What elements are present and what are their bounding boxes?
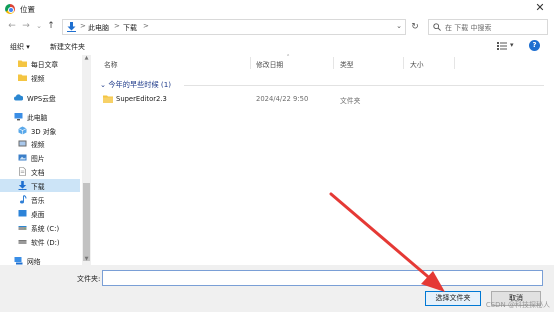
sidebar-item-this-pc[interactable]: 此电脑 bbox=[0, 110, 80, 123]
folder-name-label: 文件夹: bbox=[77, 275, 101, 283]
breadcrumb-separator: > bbox=[80, 22, 86, 30]
sidebar-item-videos-folder[interactable]: 视频 bbox=[0, 71, 80, 84]
download-folder-icon bbox=[67, 22, 76, 32]
sidebar-item-drive-c[interactable]: 系统 (C:) bbox=[0, 221, 80, 234]
picture-icon bbox=[18, 154, 27, 161]
sidebar-item-drive-d[interactable]: 软件 (D:) bbox=[0, 235, 80, 248]
view-options-icon[interactable] bbox=[497, 42, 507, 50]
sidebar-item-label: 视频 bbox=[31, 75, 45, 83]
sidebar-item-label: 视频 bbox=[31, 141, 45, 149]
sidebar-item-label: 网络 bbox=[27, 258, 41, 265]
computer-icon bbox=[14, 113, 23, 121]
refresh-icon[interactable]: ↻ bbox=[409, 21, 421, 33]
file-type: 文件夹 bbox=[340, 97, 361, 105]
sidebar-item-downloads[interactable]: 下载 bbox=[0, 179, 80, 192]
breadcrumb-downloads[interactable]: 下载 bbox=[123, 23, 137, 33]
desktop-icon bbox=[18, 210, 27, 217]
sidebar-item-daily-articles[interactable]: 每日文章 bbox=[0, 57, 80, 70]
sidebar-item-documents[interactable]: 文档 bbox=[0, 165, 80, 178]
sidebar-item-label: 3D 对象 bbox=[31, 128, 57, 136]
group-divider bbox=[184, 85, 544, 86]
column-divider[interactable] bbox=[333, 57, 334, 69]
folder-icon bbox=[18, 74, 27, 81]
command-bar: 组织 ▾ 新建文件夹 ▾ ? bbox=[0, 37, 554, 55]
drive-icon bbox=[18, 240, 27, 244]
music-icon bbox=[20, 195, 27, 204]
help-icon[interactable]: ? bbox=[529, 40, 540, 51]
sidebar-item-desktop[interactable]: 桌面 bbox=[0, 207, 80, 220]
video-icon bbox=[18, 140, 27, 147]
group-label: 今年的早些时候 (1) bbox=[108, 80, 172, 89]
scroll-down-icon[interactable]: ▼ bbox=[82, 256, 91, 265]
select-folder-button[interactable]: 选择文件夹 bbox=[425, 291, 481, 306]
column-header-size[interactable]: 大小 bbox=[410, 59, 424, 69]
chrome-icon bbox=[5, 4, 15, 14]
drive-icon bbox=[18, 226, 27, 230]
search-icon bbox=[433, 23, 441, 31]
folder-name-input[interactable] bbox=[102, 270, 543, 286]
title-bar: 位置 ✕ bbox=[0, 0, 554, 17]
sidebar-item-label: 音乐 bbox=[31, 197, 45, 205]
document-icon bbox=[19, 167, 26, 176]
breadcrumb-this-pc[interactable]: 此电脑 bbox=[88, 23, 109, 33]
cloud-icon bbox=[14, 94, 23, 101]
column-divider[interactable] bbox=[250, 57, 251, 69]
group-header[interactable]: ⌄ 今年的早些时候 (1) bbox=[100, 80, 171, 90]
sidebar-item-label: 桌面 bbox=[31, 211, 45, 219]
navigation-pane: 每日文章 视频 WPS云盘 此电脑 3D 对象 视频 图片 文档 下载 音乐 桌… bbox=[0, 55, 84, 265]
folder-icon bbox=[18, 60, 27, 67]
sidebar-item-label: 每日文章 bbox=[31, 61, 59, 69]
sidebar-item-videos[interactable]: 视频 bbox=[0, 137, 80, 150]
up-arrow-icon[interactable]: ↑ bbox=[45, 20, 57, 33]
cube-icon bbox=[18, 126, 27, 135]
search-placeholder: 在 下载 中搜索 bbox=[445, 24, 492, 32]
window-title: 位置 bbox=[20, 5, 35, 14]
sidebar-item-label: 图片 bbox=[31, 155, 45, 163]
sidebar-item-pictures[interactable]: 图片 bbox=[0, 151, 80, 164]
back-arrow-icon[interactable]: ← bbox=[6, 20, 18, 33]
file-modified: 2024/4/22 9:50 bbox=[256, 95, 309, 103]
sidebar-item-label: 文档 bbox=[31, 169, 45, 177]
sidebar-item-network[interactable]: 网络 bbox=[0, 254, 80, 265]
column-header-modified[interactable]: 修改日期 bbox=[256, 59, 283, 69]
watermark: CSDN @科技探秘人 bbox=[485, 301, 550, 309]
view-dropdown-icon[interactable]: ▾ bbox=[510, 41, 514, 49]
file-name: SuperEditor2.3 bbox=[116, 95, 167, 103]
path-history-chevron-icon[interactable]: ⌄ bbox=[396, 22, 402, 30]
scrollbar-thumb[interactable] bbox=[83, 183, 90, 261]
sort-chevron-icon: ⌃ bbox=[286, 54, 291, 60]
organize-button[interactable]: 组织 ▾ bbox=[10, 42, 30, 52]
forward-arrow-icon[interactable]: → bbox=[20, 20, 32, 33]
sidebar-item-label: WPS云盘 bbox=[27, 95, 56, 103]
sidebar-item-label: 软件 (D:) bbox=[31, 239, 60, 247]
column-divider[interactable] bbox=[454, 57, 455, 69]
new-folder-button[interactable]: 新建文件夹 bbox=[50, 42, 85, 52]
breadcrumb-separator: > bbox=[143, 22, 149, 30]
sidebar-item-label: 系统 (C:) bbox=[31, 225, 60, 233]
column-header-name[interactable]: 名称 bbox=[104, 59, 118, 69]
sidebar-scrollbar[interactable]: ▲ ▼ bbox=[82, 55, 91, 265]
download-icon bbox=[18, 181, 27, 190]
recent-locations-chevron-icon[interactable]: ⌄ bbox=[33, 20, 45, 33]
folder-icon bbox=[103, 95, 113, 103]
search-input[interactable]: 在 下载 中搜索 bbox=[428, 19, 548, 35]
column-divider[interactable] bbox=[403, 57, 404, 69]
sidebar-item-music[interactable]: 音乐 bbox=[0, 193, 80, 206]
file-list: 名称 ⌃ 修改日期 类型 大小 ⌄ 今年的早些时候 (1) SuperEdito… bbox=[92, 54, 554, 265]
address-row: ← → ⌄ ↑ > 此电脑 > 下载 > ⌄ ↻ 在 下载 中搜索 bbox=[0, 17, 554, 37]
close-icon[interactable]: ✕ bbox=[534, 2, 546, 14]
address-bar[interactable]: > 此电脑 > 下载 > ⌄ bbox=[62, 19, 406, 35]
breadcrumb-separator: > bbox=[114, 22, 120, 30]
sidebar-item-label: 下载 bbox=[31, 183, 45, 191]
scroll-up-icon[interactable]: ▲ bbox=[82, 55, 91, 64]
sidebar-item-label: 此电脑 bbox=[27, 114, 48, 122]
group-chevron-icon: ⌄ bbox=[100, 80, 107, 89]
sidebar-item-3d-objects[interactable]: 3D 对象 bbox=[0, 124, 80, 137]
footer-bar: 文件夹: 选择文件夹 取消 bbox=[0, 265, 554, 312]
network-icon bbox=[14, 257, 23, 265]
file-row[interactable]: SuperEditor2.3 2024/4/22 9:50 文件夹 bbox=[100, 93, 540, 106]
sidebar-item-wps-cloud[interactable]: WPS云盘 bbox=[0, 91, 80, 104]
column-header-type[interactable]: 类型 bbox=[340, 59, 354, 69]
